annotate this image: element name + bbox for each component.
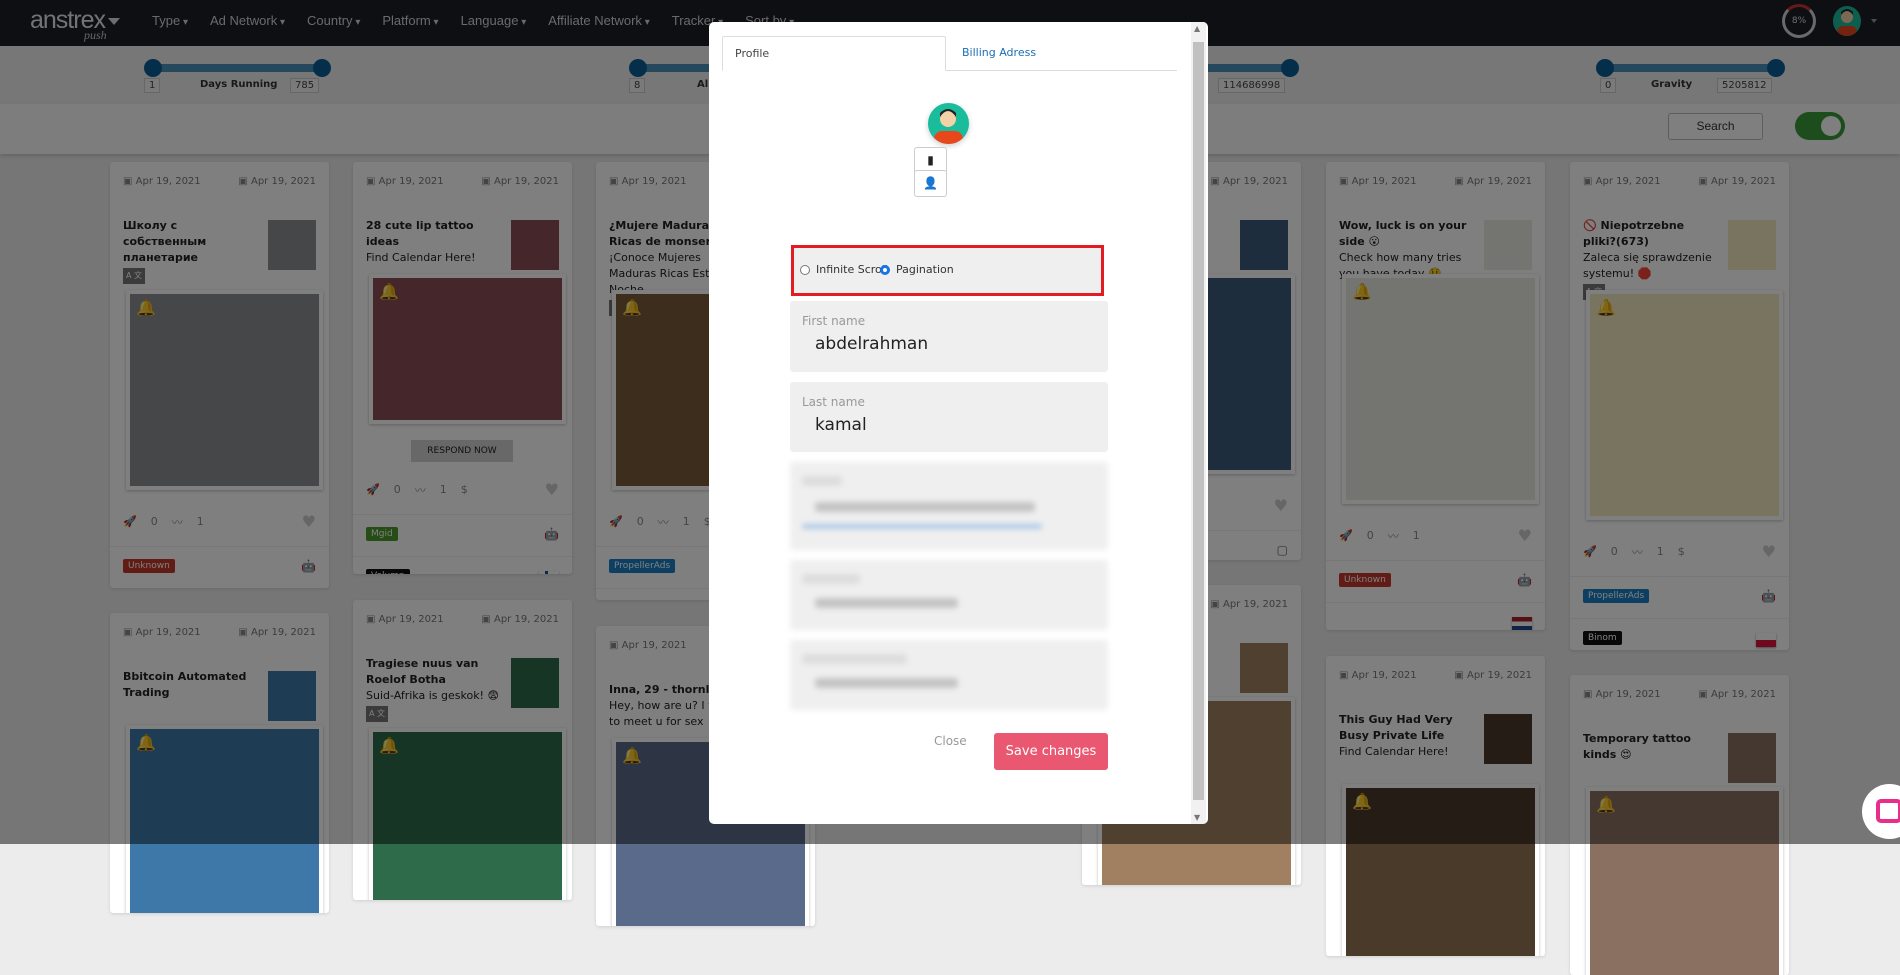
first-name-input[interactable]: abdelrahman [815,334,928,354]
radio-label: Pagination [896,263,954,276]
last-name-input[interactable]: kamal [815,415,867,435]
radio-circle-selected[interactable] [880,264,890,275]
file-icon: ▮ [927,153,934,167]
tab-profile[interactable]: Profile [722,36,946,71]
scroll-mode-options: Infinite Scroll Pagination [791,245,1104,296]
radio-pagination[interactable]: Pagination [880,263,954,276]
confirm-password-field-redacted[interactable] [790,640,1108,710]
avatar-button[interactable]: 👤 [914,170,947,197]
profile-modal: Profile Billing Adress ▮ 👤 Infinite Scro… [709,22,1208,824]
email-field-redacted[interactable] [790,462,1108,550]
user-icon: 👤 [923,176,938,190]
tab-billing-address[interactable]: Billing Adress [962,36,1036,71]
first-name-label: First name [802,314,866,328]
first-name-field[interactable]: First name abdelrahman [790,301,1108,372]
modal-scrollbar[interactable]: ▲ ▼ [1191,22,1206,824]
last-name-field[interactable]: Last name kamal [790,382,1108,452]
profile-avatar [928,103,969,144]
save-changes-button[interactable]: Save changes [994,733,1108,770]
password-field-redacted[interactable] [790,560,1108,630]
close-button[interactable]: Close [934,734,967,748]
radio-circle[interactable] [800,264,810,275]
radio-infinite-scroll[interactable]: Infinite Scroll [800,263,888,276]
last-name-label: Last name [802,395,865,409]
modal-tabs: Profile Billing Adress [722,36,1177,71]
radio-label: Infinite Scroll [816,263,888,276]
